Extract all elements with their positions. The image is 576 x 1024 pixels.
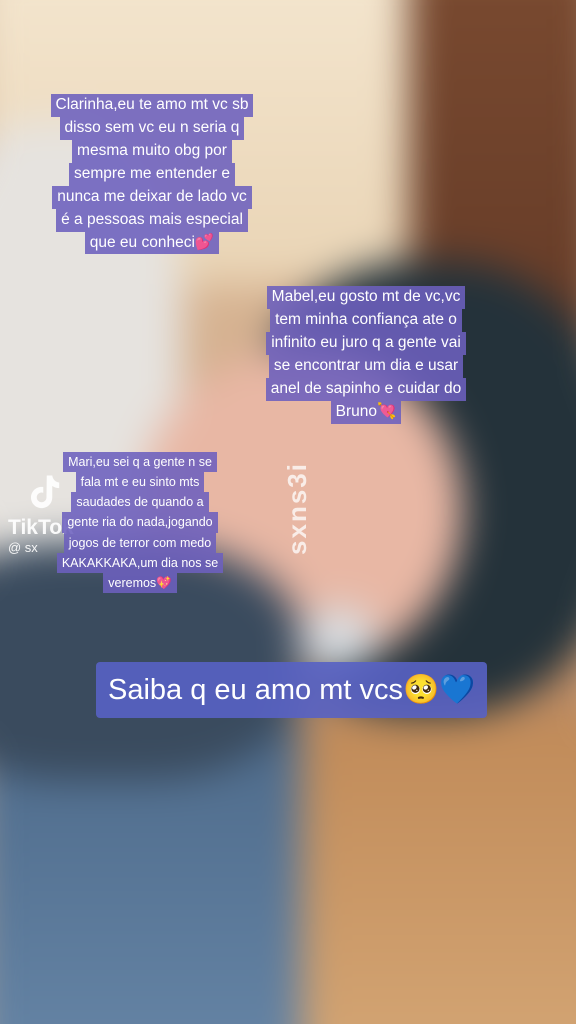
caption-line: se encontrar um dia e usar xyxy=(268,354,464,378)
caption-line: mesma muito obg por xyxy=(72,139,232,163)
caption-line: KAKAKKAKA,um dia nos se xyxy=(56,552,224,573)
caption-line: gente ria do nada,jogando xyxy=(62,512,218,533)
caption-line: tem minha confiança ate o xyxy=(270,308,462,332)
caption-line: é a pessoas mais especial xyxy=(56,208,248,232)
caption-mabel: Mabel,eu gosto mt de vc,vc tem minha con… xyxy=(246,286,486,424)
caption-line: nunca me deixar de lado vc xyxy=(52,185,252,209)
caption-line: anel de sapinho e cuidar do xyxy=(265,377,467,401)
caption-line: fala mt e eu sinto mts xyxy=(75,472,205,493)
caption-line: Mari,eu sei q a gente n se xyxy=(63,452,217,473)
caption-line: saudades de quando a xyxy=(71,492,209,513)
caption-line: infinito eu juro q a gente vai xyxy=(266,331,466,355)
creator-watermark: sxns3i xyxy=(282,462,312,555)
caption-clarinha: Clarinha,eu te amo mt vc sb disso sem vc… xyxy=(30,94,274,255)
caption-line: Mabel,eu gosto mt de vc,vc xyxy=(266,286,466,309)
caption-mari: Mari,eu sei q a gente n se fala mt e eu … xyxy=(40,452,240,593)
caption-line: Clarinha,eu te amo mt vc sb xyxy=(50,94,254,117)
caption-line: jogos de terror com medo xyxy=(63,532,217,553)
video-frame[interactable]: Clarinha,eu te amo mt vc sb disso sem vc… xyxy=(0,0,576,1024)
caption-line: Bruno💘 xyxy=(330,400,402,424)
caption-line: veremos💖 xyxy=(103,572,177,593)
caption-line: disso sem vc eu n seria q xyxy=(59,116,245,140)
caption-line: que eu conheci💕 xyxy=(84,231,220,255)
caption-line: sempre me entender e xyxy=(69,162,235,186)
main-caption: Saiba q eu amo mt vcs🥺💙 xyxy=(96,662,488,718)
